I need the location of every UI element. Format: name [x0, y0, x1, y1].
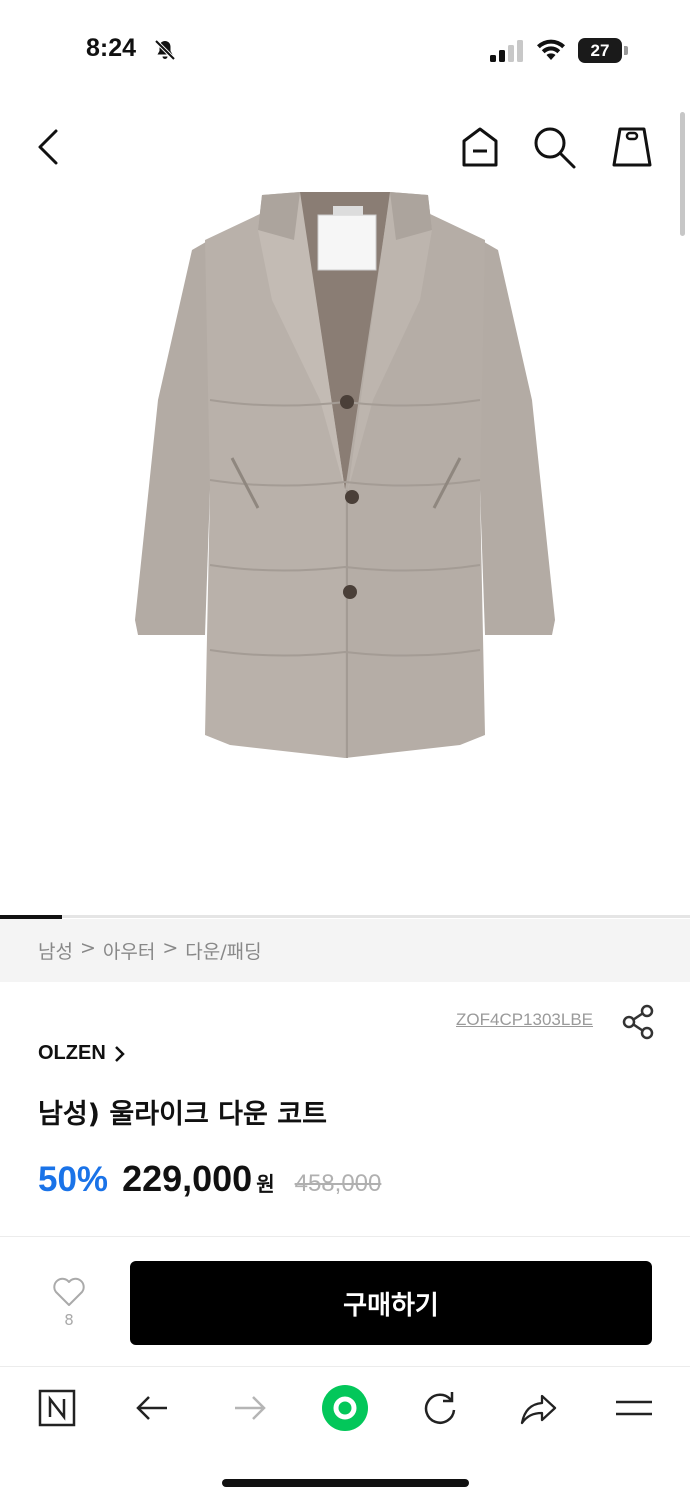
search-icon[interactable] [530, 123, 578, 171]
product-title: 남성) 울라이크 다운 코트 [38, 1099, 327, 1130]
cellular-signal-icon [490, 40, 523, 62]
back-arrow-icon[interactable] [28, 125, 68, 169]
battery-level: 27 [578, 38, 622, 63]
reload-icon[interactable] [418, 1388, 462, 1432]
share-icon[interactable] [620, 1003, 656, 1041]
browser-back-icon[interactable] [131, 1388, 175, 1432]
breadcrumb-item-outer[interactable]: 아우터 [103, 937, 155, 964]
heart-icon [53, 1277, 85, 1306]
status-bar: 8:24 27 [0, 0, 690, 100]
wifi-icon [537, 39, 565, 60]
naver-n-icon[interactable] [37, 1388, 81, 1432]
breadcrumb-item-down-padding[interactable]: 다운/패딩 [185, 937, 261, 964]
price-row: 50% 229,000 원 458,000 [38, 1158, 381, 1200]
cart-icon[interactable] [608, 123, 656, 171]
breadcrumb-separator: > [162, 937, 179, 959]
hamburger-menu-icon[interactable] [612, 1388, 656, 1432]
naver-green-dot-icon[interactable] [321, 1384, 369, 1432]
wishlist-count: 8 [64, 1311, 74, 1329]
breadcrumb: 남성 > 아우터 > 다운/패딩 [0, 919, 690, 982]
image-carousel-track [0, 915, 690, 918]
breadcrumb-separator: > [79, 937, 96, 959]
chevron-right-icon [114, 1045, 125, 1062]
product-header [0, 105, 690, 190]
buy-button[interactable]: 구매하기 [130, 1261, 652, 1345]
bell-off-icon [154, 39, 176, 61]
battery-icon: 27 [578, 38, 628, 63]
home-indicator[interactable] [222, 1479, 469, 1487]
product-sku[interactable]: ZOF4CP1303LBE [456, 1010, 593, 1030]
product-image[interactable] [0, 190, 690, 915]
browser-toolbar [0, 1368, 690, 1450]
brand-name: OLZEN [38, 1042, 106, 1064]
original-price: 458,000 [294, 1170, 382, 1197]
purchase-bar: 8 구매하기 [0, 1236, 690, 1367]
sale-price: 229,000 [122, 1158, 253, 1199]
currency-unit: 원 [256, 1172, 275, 1196]
browser-forward-icon[interactable] [227, 1388, 271, 1432]
discount-rate: 50% [38, 1160, 109, 1199]
brand-link[interactable]: OLZEN [38, 1042, 126, 1065]
wishlist-button[interactable]: 8 [48, 1277, 90, 1335]
share-arrow-icon[interactable] [516, 1388, 560, 1432]
breadcrumb-item-men[interactable]: 남성 [38, 937, 73, 964]
home-icon[interactable] [456, 123, 504, 171]
status-time: 8:24 [86, 34, 137, 62]
